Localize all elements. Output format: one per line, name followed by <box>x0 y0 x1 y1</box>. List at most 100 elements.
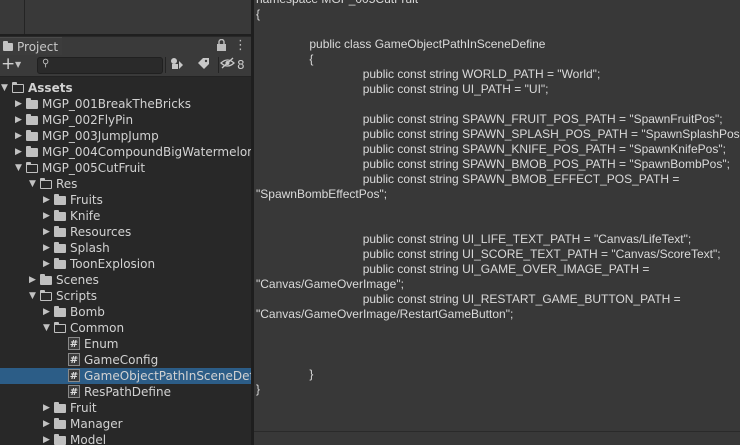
label-tag-icon[interactable] <box>192 57 214 73</box>
project-toolbar: + ▼ ⚲ 8 <box>0 55 251 77</box>
tree-item-label: Resources <box>70 225 132 239</box>
code-editor[interactable]: namespace MGP_005CutFruit { public class… <box>254 0 740 445</box>
tree-item-label: Knife <box>70 209 101 223</box>
tree-item-folder[interactable]: ▶ Fruit <box>0 400 251 416</box>
chevron-right-icon[interactable]: ▶ <box>43 208 53 224</box>
tree-item-script[interactable]: # GameConfig <box>0 352 251 368</box>
folder-icon <box>40 274 52 285</box>
upper-panel <box>0 0 251 36</box>
kebab-menu-icon[interactable]: ⋮ <box>234 38 247 53</box>
tree-item-folder[interactable]: ▶ MGP_004CompoundBigWatermelon <box>0 144 251 160</box>
tree-item-label: MGP_001BreakTheBricks <box>42 97 191 111</box>
tree-item-folder[interactable]: ▶ Fruits <box>0 192 251 208</box>
search-input[interactable]: ⚲ <box>37 57 163 74</box>
tree-item-folder[interactable]: ▼ Res <box>0 176 251 192</box>
tree-item-folder[interactable]: ▼ Common <box>0 320 251 336</box>
plus-icon[interactable]: + <box>1 55 15 74</box>
tree-item-label: Bomb <box>70 305 105 319</box>
tree-item-label: Manager <box>70 417 123 431</box>
tree-item-label: ToonExplosion <box>70 257 156 271</box>
tree-item-folder[interactable]: ▶ Model <box>0 432 251 445</box>
lock-icon[interactable] <box>216 38 228 53</box>
folder-icon <box>26 114 38 125</box>
chevron-down-icon[interactable]: ▼ <box>29 176 39 192</box>
chevron-right-icon[interactable]: ▶ <box>43 256 53 272</box>
chevron-right-icon[interactable]: ▶ <box>43 304 53 320</box>
chevron-down-icon[interactable]: ▼ <box>29 288 39 304</box>
folder-icon <box>54 194 66 205</box>
tree-item-folder[interactable]: ▶ Scenes <box>0 272 251 288</box>
chevron-right-icon[interactable]: ▶ <box>15 128 25 144</box>
search-by-type-icon[interactable] <box>166 57 188 73</box>
chevron-right-icon[interactable]: ▶ <box>43 192 53 208</box>
chevron-right-icon[interactable]: ▶ <box>43 416 53 432</box>
folder-icon <box>54 258 66 269</box>
tree-item-label: Enum <box>84 337 119 351</box>
tree-item-script[interactable]: # GameObjectPathInSceneDefine <box>0 368 251 384</box>
chevron-right-icon[interactable]: ▶ <box>43 432 53 445</box>
folder-icon <box>54 434 66 445</box>
folder-icon <box>26 130 38 141</box>
chevron-right-icon[interactable]: ▶ <box>29 272 39 288</box>
tree-item-folder[interactable]: ▶ ToonExplosion <box>0 256 251 272</box>
folder-icon <box>54 402 66 413</box>
tree-item-folder[interactable]: ▼ Scripts <box>0 288 251 304</box>
tree-item-folder[interactable]: ▶ Manager <box>0 416 251 432</box>
tree-item-folder[interactable]: ▼ MGP_005CutFruit <box>0 160 251 176</box>
tree-item-label: MGP_005CutFruit <box>42 161 146 175</box>
chevron-down-icon[interactable]: ▼ <box>15 60 21 69</box>
chevron-down-icon[interactable]: ▼ <box>43 320 53 336</box>
tree-item-label: Model <box>70 433 107 445</box>
csharp-script-icon: # <box>68 369 80 382</box>
project-tab-bar: Project ⋮ <box>0 37 251 56</box>
tree-item-folder[interactable]: ▼ Assets <box>0 80 251 96</box>
folder-open-icon <box>40 178 52 189</box>
chevron-down-icon[interactable]: ▼ <box>1 80 11 96</box>
chevron-right-icon[interactable]: ▶ <box>15 96 25 112</box>
tree-item-label: Res <box>56 177 78 191</box>
tree-item-script[interactable]: # ResPathDefine <box>0 384 251 400</box>
tree-item-label: Fruit <box>70 401 97 415</box>
chevron-right-icon[interactable]: ▶ <box>15 112 25 128</box>
csharp-script-icon: # <box>68 353 80 366</box>
tree-item-label: GameObjectPathInSceneDefine <box>84 369 251 383</box>
tree-item-label: ResPathDefine <box>84 385 171 399</box>
tree-item-folder[interactable]: ▶ MGP_002FlyPin <box>0 112 251 128</box>
folder-icon <box>54 306 66 317</box>
hidden-eye-icon[interactable] <box>219 57 235 73</box>
tree-item-script[interactable]: # Enum <box>0 336 251 352</box>
tree-item-folder[interactable]: ▶ Resources <box>0 224 251 240</box>
tree-item-label: MGP_002FlyPin <box>42 113 134 127</box>
tree-item-label: MGP_003JumpJump <box>42 129 159 143</box>
tree-item-folder[interactable]: ▶ Splash <box>0 240 251 256</box>
folder-icon <box>26 98 38 109</box>
tree-item-label: Splash <box>70 241 110 255</box>
folder-open-icon <box>26 162 38 173</box>
chevron-right-icon[interactable]: ▶ <box>43 224 53 240</box>
folder-icon <box>3 41 13 51</box>
editor-bottom-border <box>254 431 740 432</box>
chevron-right-icon[interactable]: ▶ <box>43 240 53 256</box>
tree-item-label: Common <box>70 321 125 335</box>
hidden-count: 8 <box>237 58 245 72</box>
chevron-right-icon[interactable]: ▶ <box>43 400 53 416</box>
tree-item-folder[interactable]: ▶ Knife <box>0 208 251 224</box>
tree-item-label: Scripts <box>56 289 98 303</box>
tree-item-label: MGP_004CompoundBigWatermelon <box>42 145 251 159</box>
tree-item-label: Assets <box>28 81 73 95</box>
tree-item-label: Fruits <box>70 193 103 207</box>
folder-open-icon <box>12 82 24 93</box>
code-text[interactable]: namespace MGP_005CutFruit { public class… <box>256 0 740 397</box>
panel-divider <box>0 34 251 36</box>
project-panel: Project ⋮ + ▼ ⚲ 8 ▼ Assets ▶ MGP_001BreakTh… <box>0 0 251 445</box>
folder-open-icon <box>54 322 66 333</box>
tree-item-label: Scenes <box>56 273 99 287</box>
chevron-down-icon[interactable]: ▼ <box>15 160 25 176</box>
csharp-script-icon: # <box>68 385 80 398</box>
tree-item-folder[interactable]: ▶ MGP_003JumpJump <box>0 128 251 144</box>
tree-item-folder[interactable]: ▶ MGP_001BreakTheBricks <box>0 96 251 112</box>
folder-icon <box>26 146 38 157</box>
tree-item-folder[interactable]: ▶ Bomb <box>0 304 251 320</box>
chevron-right-icon[interactable]: ▶ <box>15 144 25 160</box>
search-icon: ⚲ <box>42 58 50 69</box>
